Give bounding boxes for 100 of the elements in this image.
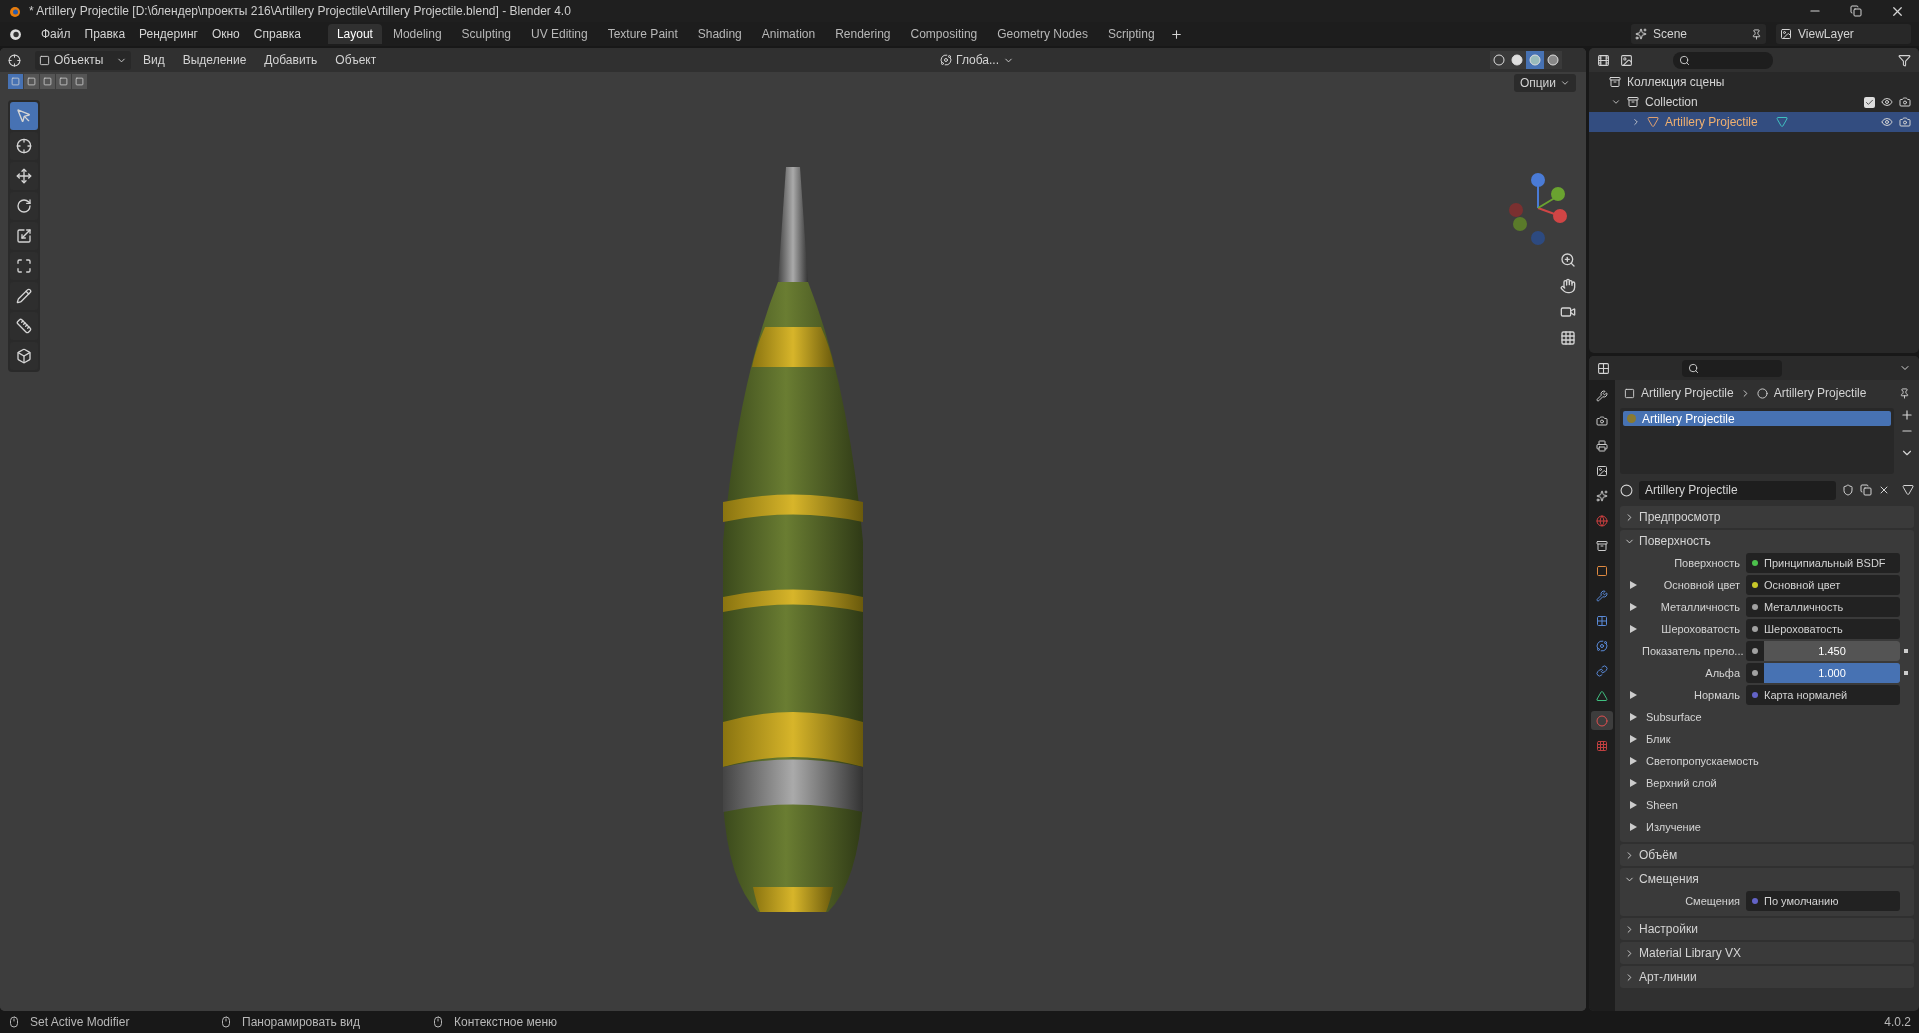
number-field[interactable]: 1.450 [1764, 641, 1900, 661]
workspace-tab[interactable]: Shading [688, 24, 751, 44]
tool-button[interactable] [10, 192, 38, 220]
search-field[interactable] [1682, 359, 1782, 377]
tool-button[interactable] [10, 222, 38, 250]
panel-header[interactable]: Поверхность [1620, 530, 1914, 552]
panel-header[interactable]: Объём [1620, 844, 1914, 866]
app-logo-icon[interactable] [8, 27, 22, 41]
add-workspace-icon[interactable] [1169, 28, 1183, 41]
tool-button[interactable] [10, 162, 38, 190]
workspace-tab[interactable]: Scripting [1098, 24, 1164, 44]
material-browse-icon[interactable] [1620, 483, 1633, 497]
search-field[interactable] [1673, 51, 1773, 69]
shading-mode-button[interactable] [1508, 51, 1526, 69]
panel-header[interactable]: Предпросмотр [1620, 506, 1914, 528]
unlink-icon[interactable] [1878, 484, 1890, 496]
tree-item[interactable]: Коллекция сцены [1627, 73, 1725, 91]
socket-link-field[interactable]: Основной цвет [1746, 575, 1900, 595]
tree-item[interactable]: Collection [1645, 93, 1698, 111]
expand-arrow-icon[interactable] [1629, 735, 1637, 743]
scene-selector[interactable]: Scene [1631, 24, 1766, 44]
workspace-tab[interactable]: Sculpting [452, 24, 520, 44]
workspace-tab[interactable]: Rendering [826, 24, 900, 44]
group-label[interactable]: Блик [1646, 730, 1671, 748]
tree-item[interactable]: Artillery Projectile [1665, 113, 1758, 131]
checkbox[interactable] [1864, 96, 1875, 108]
menu-item[interactable]: Рендеринг [132, 25, 205, 43]
viewport-canvas[interactable]: Опции [0, 72, 1586, 1011]
material-name-field[interactable]: Artillery Projectile [1639, 480, 1836, 500]
render-icon[interactable] [1899, 116, 1911, 128]
menu-item[interactable]: Справка [246, 25, 308, 43]
filter-icon[interactable] [1898, 53, 1911, 67]
socket-link-field[interactable]: Принципиальный BSDF [1746, 553, 1900, 573]
editor-type-icon[interactable] [1597, 361, 1610, 375]
expand-arrow-icon[interactable] [1629, 757, 1637, 765]
panel-header[interactable]: Арт-линии [1620, 966, 1914, 988]
panel-header[interactable]: Material Library VX [1620, 942, 1914, 964]
menu-item[interactable]: Выделение [176, 51, 253, 69]
tool-button[interactable] [10, 342, 38, 370]
group-label[interactable]: Subsurface [1646, 708, 1702, 726]
add-slot-icon[interactable] [1900, 408, 1914, 422]
expand-arrow-icon[interactable] [1629, 581, 1637, 589]
select-mode-button[interactable] [56, 74, 71, 89]
socket-link-field[interactable]: Шероховатость [1746, 619, 1900, 639]
tool-button[interactable] [10, 282, 38, 310]
workspace-tab[interactable]: Modeling [383, 24, 451, 44]
expand-arrow-icon[interactable] [1629, 779, 1637, 787]
menu-item[interactable]: Окно [204, 25, 247, 43]
options-dropdown[interactable]: Опции [1513, 74, 1576, 92]
mesh-data-icon[interactable] [1902, 484, 1914, 496]
workspace-tab[interactable]: Layout [327, 24, 382, 44]
zoom-icon[interactable] [1560, 252, 1576, 268]
expand-arrow-icon[interactable] [1629, 625, 1637, 633]
shading-mode-button[interactable] [1490, 51, 1508, 69]
panel-header[interactable]: Настройки [1620, 918, 1914, 940]
menu-item[interactable]: Объект [329, 51, 383, 69]
visibility-icon[interactable] [1881, 96, 1893, 108]
group-label[interactable]: Светопропускаемость [1646, 752, 1759, 770]
workspace-tab[interactable]: Compositing [901, 24, 987, 44]
workspace-tab[interactable]: Geometry Nodes [988, 24, 1097, 44]
fake-user-icon[interactable] [1842, 484, 1854, 496]
workspace-tab[interactable]: UV Editing [522, 24, 597, 44]
mode-dropdown[interactable]: Объекты [35, 50, 131, 70]
restore-icon[interactable] [1850, 5, 1862, 17]
visibility-icon[interactable] [1881, 116, 1893, 128]
hand-icon[interactable] [1560, 278, 1576, 294]
duplicate-icon[interactable] [1860, 484, 1872, 496]
expand-arrow-icon[interactable] [1629, 801, 1637, 809]
group-label[interactable]: Излучение [1646, 818, 1701, 836]
display-mode-icon[interactable] [1620, 53, 1633, 67]
shading-mode-button[interactable] [1544, 51, 1562, 69]
grid-icon[interactable] [1560, 330, 1576, 346]
select-mode-button[interactable] [24, 74, 39, 89]
editor-type-icon[interactable] [1597, 53, 1610, 67]
pin-icon[interactable] [1899, 387, 1910, 399]
menu-item[interactable]: Вид [137, 51, 171, 69]
render-icon[interactable] [1899, 96, 1911, 108]
expand-arrow-icon[interactable] [1629, 691, 1637, 699]
axis-gizmo-drawing[interactable] [1506, 172, 1570, 246]
group-label[interactable]: Sheen [1646, 796, 1678, 814]
number-field[interactable]: 1.000 [1764, 663, 1900, 683]
pin-icon[interactable] [1751, 28, 1762, 40]
socket-link-field[interactable]: Карта нормалей [1746, 685, 1900, 705]
menu-item[interactable]: Файл [34, 25, 78, 43]
menu-item[interactable]: Добавить [258, 51, 324, 69]
panel-header[interactable]: Смещения [1620, 868, 1914, 890]
group-label[interactable]: Верхний слой [1646, 774, 1717, 792]
tool-button[interactable] [10, 252, 38, 280]
expand-arrow-icon[interactable] [1629, 603, 1637, 611]
workspace-tab[interactable]: Animation [752, 24, 825, 44]
editor-type-icon[interactable] [8, 53, 21, 67]
orientation-dropdown[interactable]: Глоба... [936, 51, 1018, 69]
select-mode-button[interactable] [72, 74, 87, 89]
expand-arrow-icon[interactable] [1629, 823, 1637, 831]
tool-button[interactable] [10, 312, 38, 340]
select-mode-button[interactable] [40, 74, 55, 89]
tree-row[interactable]: Artillery Projectile [1589, 112, 1919, 132]
expand-arrow-icon[interactable] [1629, 713, 1637, 721]
camera-icon[interactable] [1560, 304, 1576, 320]
socket-link-field[interactable]: По умолчанию [1746, 891, 1900, 911]
